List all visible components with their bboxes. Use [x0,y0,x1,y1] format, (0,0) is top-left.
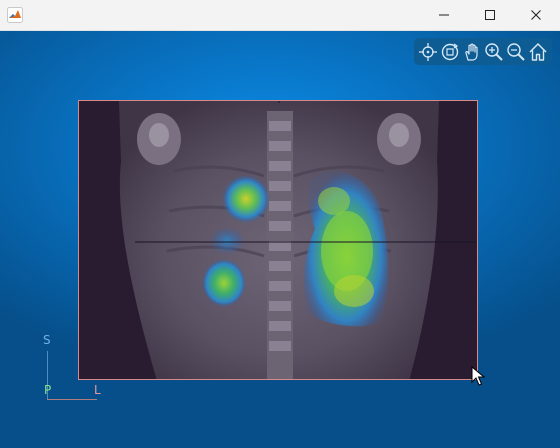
pan-hand-icon [465,43,478,61]
rotate-3d-button[interactable] [439,41,461,63]
datatips-icon [419,42,437,61]
mouse-pointer-icon [471,366,485,386]
minimize-icon [439,14,449,16]
uptake-focus-upper [222,175,270,223]
axes-toolbar [414,38,552,65]
home-restore-view-icon [529,42,547,61]
ct-pet-fused-image[interactable] [79,101,478,380]
zoom-out-icon [507,42,525,61]
orientation-horizontal-axis [47,399,97,400]
datatips-button[interactable] [417,41,439,63]
zoom-out-button[interactable] [505,41,527,63]
image-axes[interactable] [78,100,478,380]
uptake-focus-mid [209,227,245,255]
orientation-left-label: L [94,383,101,397]
right-humerus-head [389,123,409,147]
title-bar [0,0,560,31]
orientation-superior-label: S [43,333,51,347]
lung-hotspot-lower [334,275,374,307]
maximize-icon [485,10,495,20]
rotate-3d-icon [441,43,459,60]
minimize-button[interactable] [421,0,467,30]
zoom-in-icon [485,42,503,61]
pan-button[interactable] [461,41,483,63]
maximize-button[interactable] [467,0,513,30]
orientation-posterior-label: P [44,383,52,397]
restore-view-button[interactable] [527,41,549,63]
left-humerus-head [149,123,169,147]
matlab-logo-icon [7,7,23,23]
close-icon [531,10,541,20]
lung-hotspot-upper [318,187,350,215]
close-button[interactable] [513,0,559,30]
uptake-focus-lower [202,259,246,307]
zoom-in-button[interactable] [483,41,505,63]
figure-window: S P L [0,0,560,448]
